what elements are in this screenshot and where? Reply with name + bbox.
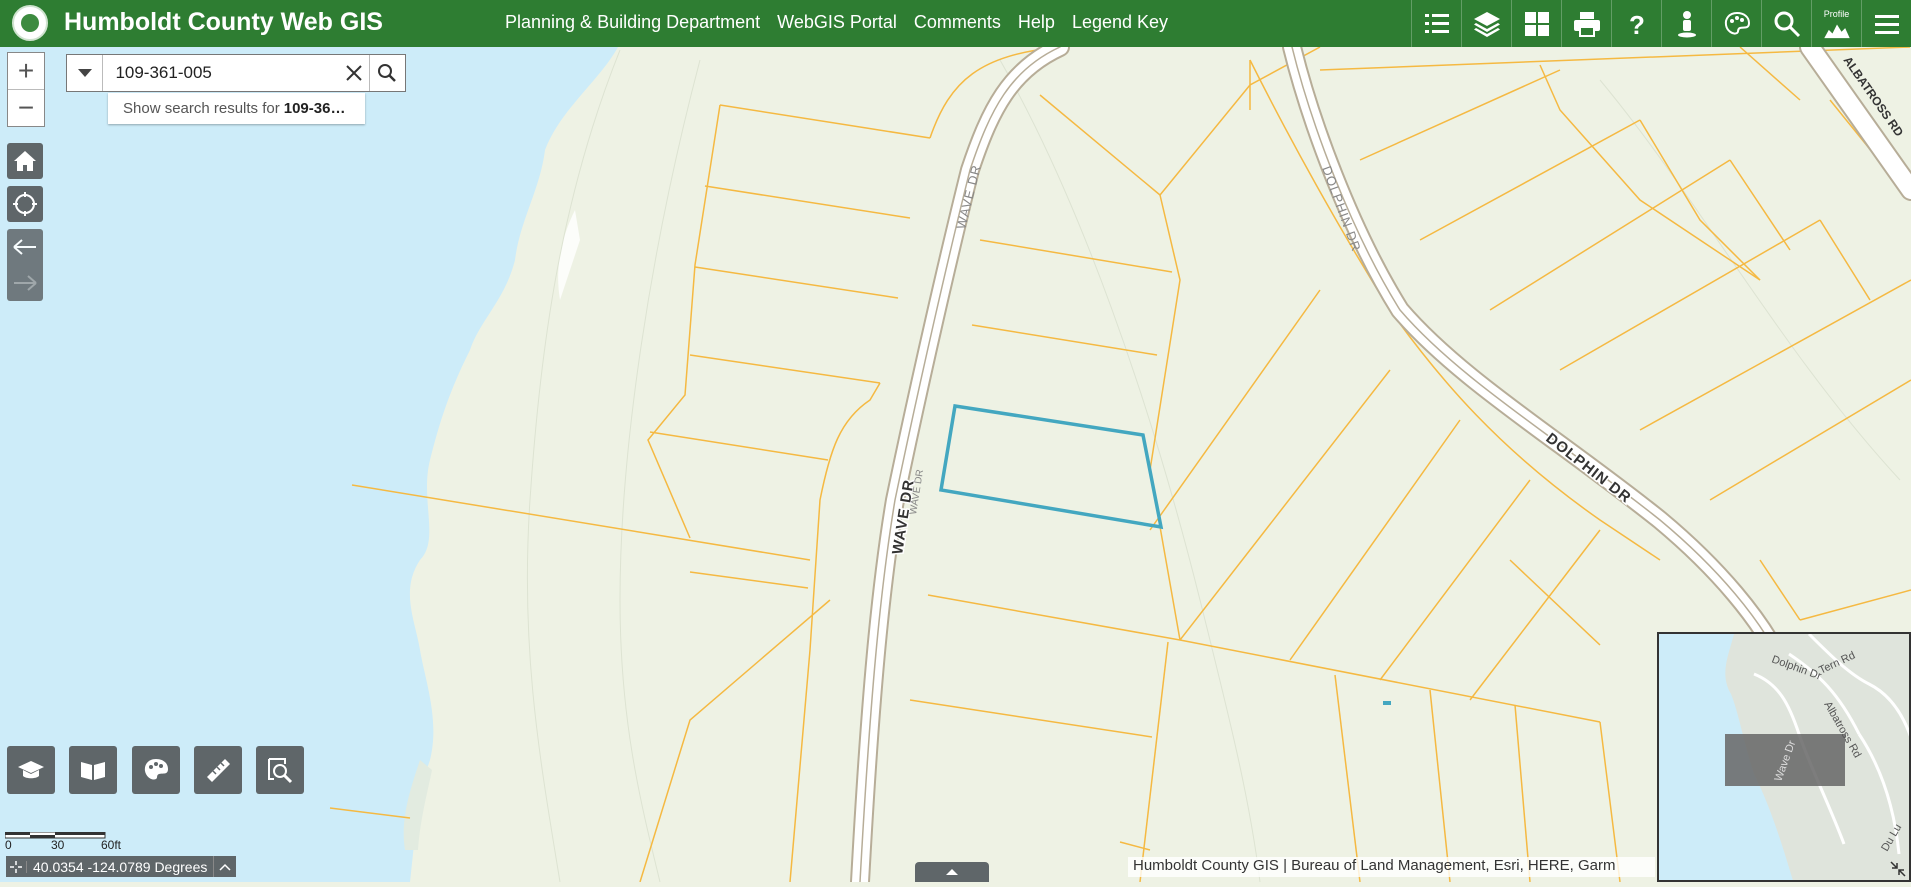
draw-icon[interactable]: [1711, 0, 1761, 47]
measure-tool-button[interactable]: [7, 746, 55, 794]
book-tool-button[interactable]: [69, 746, 117, 794]
nav-legend-key[interactable]: Legend Key: [1072, 12, 1168, 33]
extent-navigate-control: [7, 229, 43, 301]
scale-bar: 0 30 60ft: [5, 832, 125, 852]
forward-arrow-icon: [14, 275, 37, 291]
locate-button[interactable]: [7, 186, 43, 222]
overview-map[interactable]: Dolphin Dr Tern Rd Albatross Rd Wave Dr …: [1657, 632, 1911, 882]
search-widget: [66, 54, 406, 92]
search-suggestion[interactable]: Show search results for 109-36…: [108, 93, 365, 124]
print-icon[interactable]: [1561, 0, 1611, 47]
header-nav: Planning & Building Department WebGIS Po…: [505, 12, 1168, 33]
basemap-gallery-icon[interactable]: [1511, 0, 1561, 47]
palette-icon: [144, 759, 168, 780]
ruler-icon: [207, 759, 230, 782]
layers-icon[interactable]: [1461, 0, 1511, 47]
zoom-query-icon: [268, 758, 293, 784]
suggestion-prefix: Show search results for: [123, 100, 280, 117]
svg-text:?: ?: [1629, 10, 1645, 39]
profile-label: Profile: [1823, 8, 1850, 19]
caret-down-icon: [77, 69, 92, 77]
header-toolbar: ? Profile: [1411, 0, 1911, 47]
home-button[interactable]: [7, 143, 43, 179]
coordinate-crosshair-button[interactable]: [6, 860, 27, 873]
search-submit-button[interactable]: [368, 55, 405, 91]
previous-extent-button[interactable]: [12, 229, 38, 265]
back-arrow-icon: [13, 239, 36, 255]
legend-list-icon[interactable]: [1411, 0, 1461, 47]
coordinate-readout: 40.0354 -124.0789 Degrees: [33, 858, 208, 875]
menu-icon[interactable]: [1861, 0, 1911, 47]
nav-webgis-portal[interactable]: WebGIS Portal: [777, 12, 897, 33]
next-extent-button[interactable]: [12, 265, 38, 301]
draw-tool-button[interactable]: [132, 746, 180, 794]
book-icon: [81, 762, 105, 780]
help-icon[interactable]: ?: [1611, 0, 1661, 47]
search-source-dropdown[interactable]: [67, 55, 104, 91]
overview-map-canvas: Dolphin Dr Tern Rd Albatross Rd Wave Dr …: [1659, 634, 1909, 880]
chevron-up-icon: [219, 863, 231, 871]
map-attribution: Humboldt County GIS | Bureau of Land Man…: [1128, 857, 1655, 877]
close-icon: [345, 65, 362, 81]
coordinate-widget: 40.0354 -124.0789 Degrees: [6, 856, 237, 877]
nav-planning-building[interactable]: Planning & Building Department: [505, 12, 760, 33]
app-title: Humboldt County Web GIS: [64, 8, 383, 36]
zoom-out-button[interactable]: −: [8, 89, 44, 126]
ruler-tool-button[interactable]: [194, 746, 242, 794]
crosshair-icon: [10, 860, 22, 873]
caret-up-icon: [946, 869, 958, 875]
nav-comments[interactable]: Comments: [914, 12, 1001, 33]
profile-icon[interactable]: Profile: [1811, 0, 1861, 47]
search-clear-button[interactable]: [338, 55, 368, 91]
identify-tool-button[interactable]: [256, 746, 304, 794]
search-icon[interactable]: [1761, 0, 1811, 47]
suggestion-term: 109-36…: [283, 100, 346, 117]
overview-expand-button[interactable]: [1889, 860, 1907, 878]
search-icon: [378, 64, 397, 82]
locate-icon: [13, 192, 37, 216]
scale-zero: 0: [5, 838, 12, 852]
collapse-arrows-icon: [1890, 861, 1906, 877]
scale-mid: 30: [51, 838, 65, 852]
county-seal-logo: [12, 5, 48, 41]
home-icon: [14, 151, 36, 171]
zoom-control: + −: [7, 52, 45, 127]
graduation-cap-icon: [18, 761, 44, 779]
street-view-icon[interactable]: [1661, 0, 1711, 47]
scale-end: 60ft: [101, 838, 122, 852]
attribute-table-toggle[interactable]: [915, 862, 989, 882]
coordinate-expand-button[interactable]: [213, 856, 236, 877]
zoom-in-button[interactable]: +: [8, 53, 44, 89]
search-input[interactable]: [103, 55, 339, 91]
nav-help[interactable]: Help: [1018, 12, 1055, 33]
app-header: Humboldt County Web GIS Planning & Build…: [0, 0, 1911, 47]
